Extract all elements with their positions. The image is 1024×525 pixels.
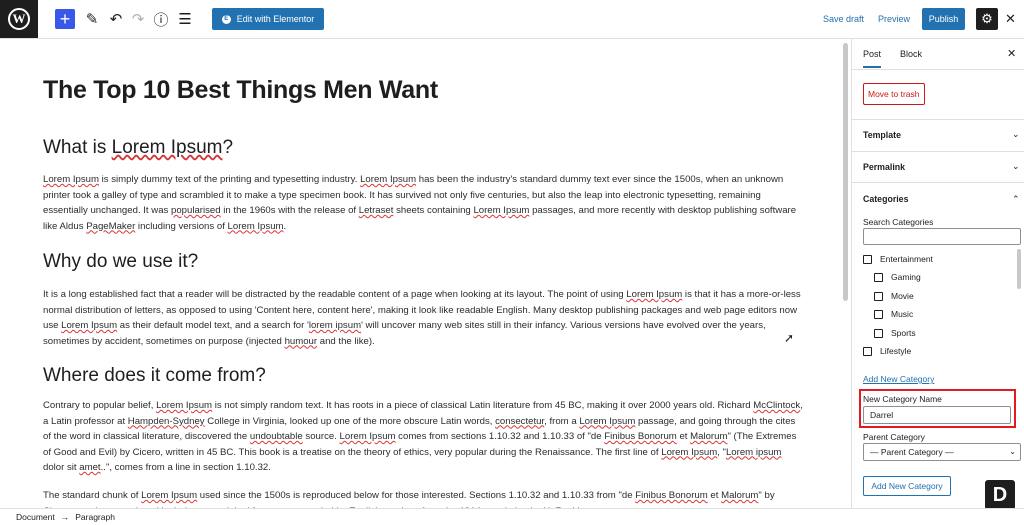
move-to-trash-button[interactable]: Move to trash — [863, 83, 925, 105]
breadcrumb: Document → Paragraph — [0, 508, 1024, 525]
heading-what-is-lorem[interactable]: What is Lorem Ipsum? — [43, 137, 233, 159]
editor-toolbar: W + ✎ ↶ ↷ ⓘ ☰ E Edit with Elementor Save… — [0, 0, 1024, 39]
chevron-down-icon: ⌄ — [1009, 447, 1016, 456]
save-draft-button[interactable]: Save draft — [823, 14, 864, 24]
block-inserter-button[interactable]: + — [55, 9, 75, 29]
list-view-icon[interactable]: ☰ — [175, 9, 195, 29]
canvas-scrollbar[interactable] — [843, 43, 848, 301]
mouse-cursor-icon: ➚ — [784, 331, 795, 345]
category-item[interactable]: Music — [874, 309, 913, 319]
paragraph-standard[interactable]: The standard chunk of Lorem Ipsum used s… — [43, 488, 803, 508]
tab-block[interactable]: Block — [900, 49, 922, 59]
checkbox[interactable] — [874, 309, 883, 319]
close-editor-icon[interactable]: ✕ — [1005, 11, 1016, 27]
category-item[interactable]: Movie — [874, 291, 914, 301]
preview-button[interactable]: Preview — [878, 14, 910, 24]
editor-canvas[interactable]: The Top 10 Best Things Men Want What is … — [0, 39, 838, 508]
redo-icon[interactable]: ↷ — [128, 9, 148, 29]
paragraph-what[interactable]: Lorem Ipsum is simply dummy text of the … — [43, 172, 803, 234]
chevron-down-icon: ⌄ — [1012, 129, 1020, 139]
paragraph-where[interactable]: Contrary to popular belief, Lorem Ipsum … — [43, 398, 803, 476]
tools-pencil-icon[interactable]: ✎ — [82, 9, 102, 29]
publish-button[interactable]: Publish — [922, 8, 965, 30]
add-new-category-button[interactable]: Add New Category — [863, 476, 951, 496]
tab-post[interactable]: Post — [863, 49, 882, 68]
checkbox[interactable] — [874, 328, 883, 338]
paragraph-why[interactable]: It is a long established fact that a rea… — [43, 287, 803, 349]
checkbox[interactable] — [863, 254, 872, 264]
sidebar-tabs: Post Block ✕ — [852, 39, 1024, 70]
search-categories-label: Search Categories — [863, 217, 934, 227]
parent-category-select[interactable]: — Parent Category — ⌄ — [863, 443, 1021, 461]
edit-with-elementor-button[interactable]: E Edit with Elementor — [212, 8, 324, 30]
chevron-up-icon[interactable]: ⌃ — [1012, 194, 1020, 205]
parent-category-label: Parent Category — [863, 432, 925, 442]
wordpress-logo-button[interactable]: W — [0, 0, 38, 38]
undo-icon[interactable]: ↶ — [106, 9, 126, 29]
checkbox[interactable] — [874, 291, 883, 301]
heading-why-use-it[interactable]: Why do we use it? — [43, 251, 198, 273]
category-item[interactable]: Lifestyle — [863, 346, 911, 356]
settings-gear-icon[interactable]: ⚙ — [976, 8, 998, 30]
checkbox[interactable] — [863, 346, 872, 356]
arrow-right-icon: → — [60, 512, 70, 522]
elementor-icon: E — [221, 14, 231, 24]
categories-scrollbar[interactable] — [1017, 249, 1021, 289]
heading-where-from[interactable]: Where does it come from? — [43, 365, 266, 387]
category-item[interactable]: Gaming — [874, 272, 921, 282]
permalink-panel-title: Permalink — [863, 162, 906, 172]
new-category-name-label: New Category Name — [863, 394, 942, 404]
breadcrumb-document[interactable]: Document — [16, 512, 55, 522]
search-categories-input[interactable] — [863, 228, 1021, 245]
categories-panel-title[interactable]: Categories — [863, 194, 908, 204]
template-panel-title: Template — [863, 130, 901, 140]
chevron-down-icon: ⌄ — [1012, 161, 1020, 171]
checkbox[interactable] — [874, 272, 883, 282]
breadcrumb-paragraph[interactable]: Paragraph — [75, 512, 115, 522]
edit-with-elementor-label: Edit with Elementor — [236, 14, 315, 24]
settings-sidebar: Post Block ✕ Move to trash Template ⌄ Pe… — [851, 39, 1024, 508]
new-category-name-input[interactable]: Darrel — [863, 406, 1011, 424]
add-new-category-link[interactable]: Add New Category — [863, 374, 934, 384]
wordpress-logo-icon: W — [8, 8, 30, 30]
channel-logo: D — [985, 480, 1015, 510]
category-item[interactable]: Sports — [874, 328, 916, 338]
category-item[interactable]: Entertainment — [863, 254, 933, 264]
post-title[interactable]: The Top 10 Best Things Men Want — [43, 76, 438, 105]
details-info-icon[interactable]: ⓘ — [151, 9, 171, 29]
close-sidebar-icon[interactable]: ✕ — [1007, 47, 1016, 60]
